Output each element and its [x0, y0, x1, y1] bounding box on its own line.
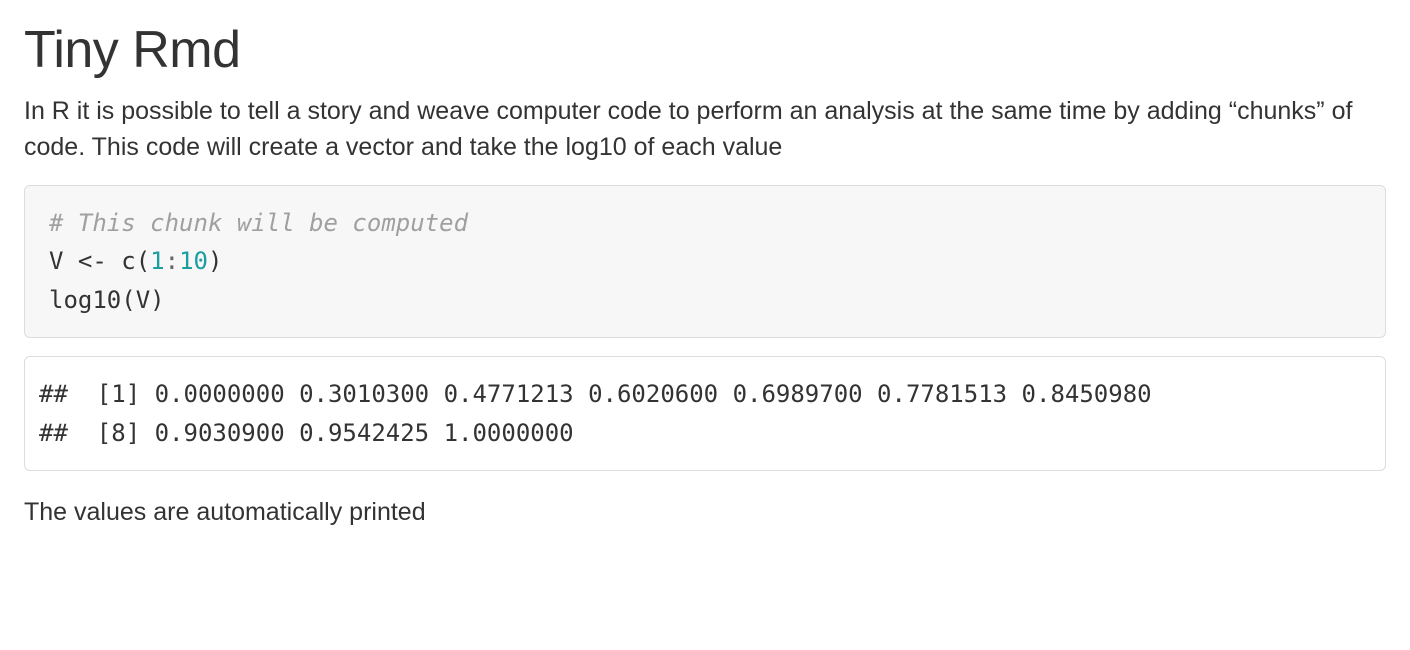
code-comment: # This chunk will be computed	[49, 209, 468, 237]
code-line-3: log10(V)	[49, 286, 165, 314]
page-title: Tiny Rmd	[24, 20, 1386, 80]
code-chunk: # This chunk will be computed V <- c(1:1…	[24, 185, 1386, 338]
code-num-1: 1	[150, 247, 164, 275]
intro-paragraph: In R it is possible to tell a story and …	[24, 94, 1386, 165]
closing-paragraph: The values are automatically printed	[24, 495, 1386, 531]
code-line-2a: V <- c(	[49, 247, 150, 275]
code-colon: :	[165, 247, 179, 275]
output-chunk: ## [1] 0.0000000 0.3010300 0.4771213 0.6…	[24, 356, 1386, 471]
code-line-2b: )	[208, 247, 222, 275]
code-num-2: 10	[179, 247, 208, 275]
